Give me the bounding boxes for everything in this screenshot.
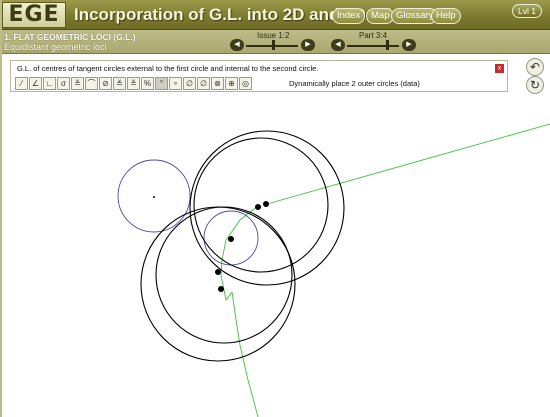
undo-icon: ↶ — [529, 60, 541, 74]
tool-button[interactable]: ° — [155, 77, 168, 90]
part-track — [347, 45, 399, 47]
arrow-right-icon: ▶ — [305, 41, 311, 48]
centre-point[interactable] — [215, 269, 221, 275]
tool-button[interactable]: ⊘ — [99, 77, 112, 90]
tool-button[interactable]: ∅ — [183, 77, 196, 90]
tangent-line-icon: ⌒ — [87, 79, 96, 88]
circle-tangent-icon: ∅ — [186, 79, 193, 88]
tool-button[interactable]: ≚ — [71, 77, 84, 90]
left-frame — [0, 0, 2, 417]
app-header: EGE Incorporation of G.L. into 2D and 3D… — [0, 0, 550, 30]
point-locus-icon: ° — [159, 79, 164, 88]
part-next-button[interactable]: ▶ — [402, 39, 416, 51]
tangent-circle-upper-outer — [189, 130, 345, 286]
part-label: Part 3:4 — [359, 31, 388, 40]
centre-point[interactable] — [255, 204, 261, 210]
right-angle-icon: ∟ — [45, 79, 54, 88]
undo-button[interactable]: ↶ — [526, 58, 544, 76]
tool-button[interactable]: ◎ — [239, 77, 252, 90]
part-slider-thumb[interactable] — [386, 40, 389, 50]
locus-line-branch — [220, 205, 259, 302]
tool-button[interactable]: ≚ — [127, 77, 140, 90]
angle-icon: ∠ — [31, 79, 40, 88]
tool-button[interactable]: ⁄ — [15, 77, 28, 90]
centre-point-left — [153, 196, 155, 198]
issue-next-button[interactable]: ▶ — [301, 39, 315, 51]
arrow-left-icon: ◀ — [234, 41, 240, 48]
part-prev-button[interactable]: ◀ — [331, 39, 345, 51]
tool-button[interactable]: ∅ — [197, 77, 210, 90]
tool-row: ⁄ ∠ ∟ σ ≚ ⌒ ⊘ ≚ ≚% ° ∘ ∅ ∅ ⊗ ⊕ ◎ — [15, 77, 252, 91]
arrow-right-icon: ▶ — [406, 41, 412, 48]
level-button[interactable]: Lvl 1 — [512, 4, 542, 18]
topic-title: 1. FLAT GEOMETRIC LOCI (G.L.) — [4, 32, 136, 42]
construction-panel: G.L. of centres of tangent circles exter… — [10, 60, 508, 92]
tool-button[interactable]: ⊕ — [225, 77, 238, 90]
angle-bisector-icon: ⁄ — [20, 79, 23, 88]
tool-button[interactable]: ∠ — [29, 77, 42, 90]
tool-button[interactable]: ⌒ — [85, 77, 98, 90]
tangent-circle-lower-outer — [140, 206, 296, 362]
double-circle-icon: ⊗ — [214, 79, 221, 88]
tool-button[interactable]: ∘ — [169, 77, 182, 90]
centre-point[interactable] — [218, 286, 224, 292]
ege-logo[interactable]: EGE — [2, 2, 66, 28]
circle-pair-icon: ⊕ — [228, 79, 235, 88]
given-circle-left — [117, 159, 191, 233]
panel-description: G.L. of centres of tangent circles exter… — [17, 64, 319, 73]
parallel-lines-icon: ≚ — [74, 79, 81, 88]
tool-caption: Dynamically place 2 outer circles (data) — [289, 79, 420, 88]
circle-point-icon: % — [143, 79, 152, 88]
tool-button[interactable]: σ — [57, 77, 70, 90]
issue-slider-thumb[interactable] — [272, 40, 275, 50]
centre-point[interactable] — [263, 201, 269, 207]
tool-button[interactable]: % — [141, 77, 154, 90]
refresh-icon: ↻ — [529, 78, 541, 92]
nested-circles-icon: ◎ — [242, 79, 249, 88]
point-circle-icon: σ — [61, 79, 66, 88]
circle-cut-icon: ∅ — [200, 79, 207, 88]
arrow-left-icon: ◀ — [335, 41, 341, 48]
index-button[interactable]: Index — [332, 8, 366, 24]
refresh-button[interactable]: ↻ — [526, 76, 544, 94]
given-circle-inner — [203, 210, 259, 266]
tangent-circle-upper-inner — [193, 137, 329, 273]
tool-button[interactable]: ≚ — [113, 77, 126, 90]
tangent-circle-lower-inner — [155, 206, 293, 344]
help-button[interactable]: Help — [431, 8, 461, 24]
bisector-lines-icon: ≚ — [130, 79, 137, 88]
circle-line-icon: ⊘ — [102, 79, 109, 88]
two-lines-icon: ≚ — [116, 79, 123, 88]
issue-label: Issue 1:2 — [257, 31, 290, 40]
tool-button[interactable]: ∟ — [43, 77, 56, 90]
circle-chain-icon: ∘ — [172, 79, 178, 88]
topic-subtitle: Equidistant geometric loci — [4, 42, 107, 52]
topic-bar: 1. FLAT GEOMETRIC LOCI (G.L.) Equidistan… — [0, 30, 550, 54]
close-button[interactable]: x — [495, 64, 504, 73]
locus-line-upper — [266, 123, 550, 205]
centre-point[interactable] — [228, 236, 234, 242]
tool-button[interactable]: ⊗ — [211, 77, 224, 90]
issue-prev-button[interactable]: ◀ — [230, 39, 244, 51]
locus-line-lower — [231, 291, 259, 417]
